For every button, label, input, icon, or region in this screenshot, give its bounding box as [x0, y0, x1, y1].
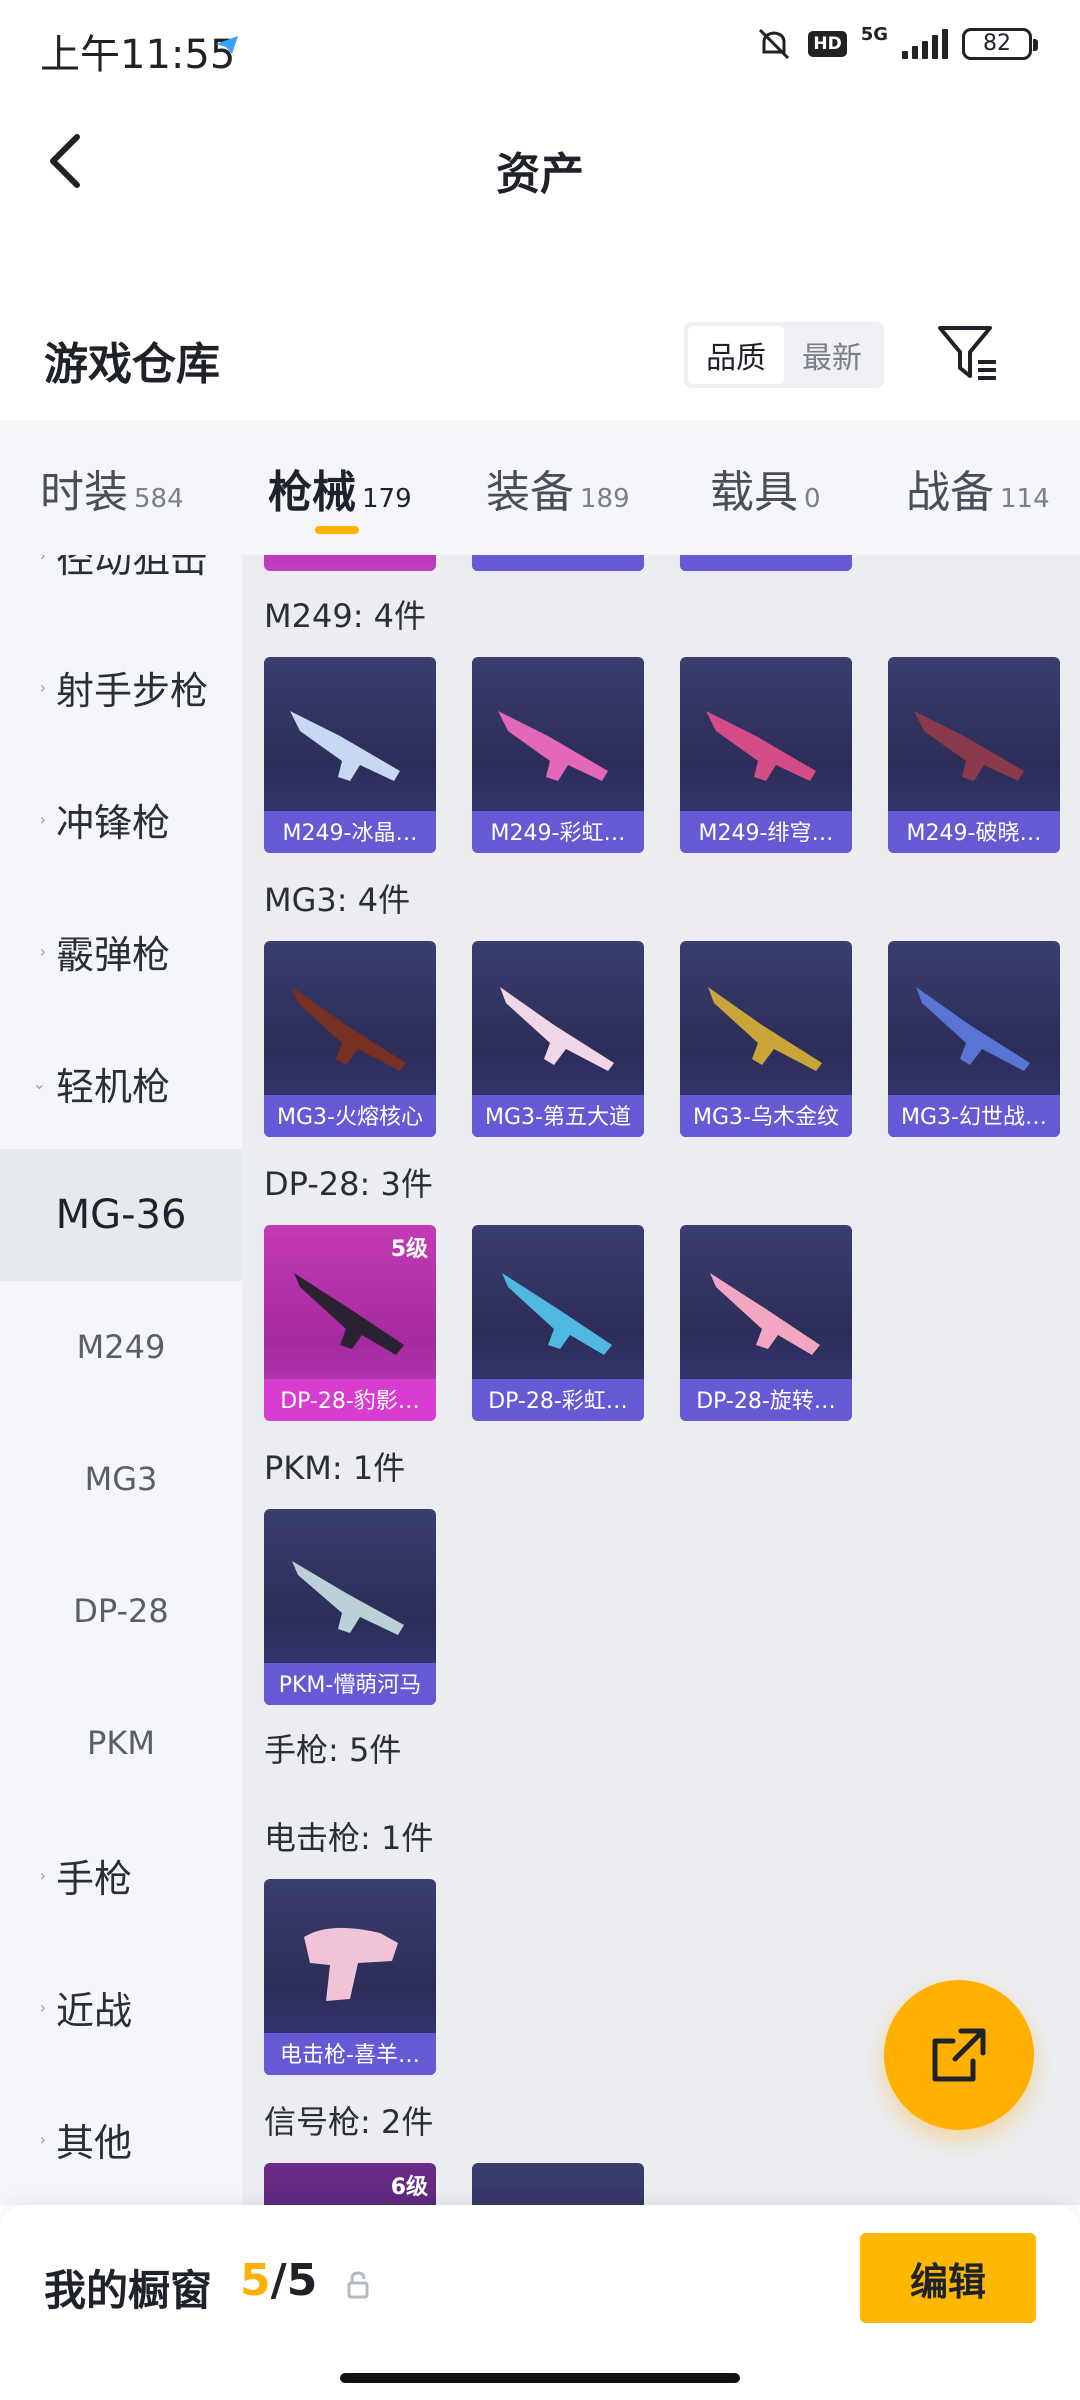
- item-card[interactable]: 5级 DP-28-豹影…: [264, 1225, 436, 1421]
- chevron-right-icon: ›: [39, 2129, 46, 2149]
- chevron-right-icon: ›: [39, 941, 46, 961]
- hd-badge: HD: [808, 31, 847, 57]
- item-card-partial[interactable]: [472, 555, 644, 571]
- item-card[interactable]: M249-彩虹…: [472, 657, 644, 853]
- signal-icon: [902, 29, 948, 59]
- item-card[interactable]: [472, 2163, 644, 2205]
- section-title: 游戏仓库: [44, 339, 220, 390]
- item-grid: M249: 4件 M249-冰晶… M249-彩虹… M249-绯穹… M249…: [242, 555, 1080, 2205]
- sidebar-sub-pkm[interactable]: PKM: [0, 1677, 242, 1809]
- gun-icon: [500, 987, 614, 1071]
- group-title-flare: 信号枪: 2件: [264, 2103, 434, 2141]
- chevron-right-icon: ›: [39, 555, 46, 565]
- item-card[interactable]: 电击枪-喜羊…: [264, 1879, 436, 2075]
- sidebar-sub-mg3[interactable]: MG3: [0, 1413, 242, 1545]
- item-card-partial[interactable]: [680, 555, 852, 571]
- sort-newest[interactable]: 最新: [784, 326, 880, 384]
- chevron-right-icon: ›: [39, 1865, 46, 1885]
- group-title-m249: M249: 4件: [264, 597, 427, 635]
- sidebar-sub-m249[interactable]: M249: [0, 1281, 242, 1413]
- gun-icon: [708, 987, 822, 1071]
- gun-icon: [710, 1273, 820, 1355]
- gun-icon: [706, 711, 816, 781]
- item-card[interactable]: M249-破晓…: [888, 657, 1060, 853]
- group-title-pistol: 手枪: 5件: [264, 1731, 402, 1769]
- tab-equipment[interactable]: 装备 189: [486, 456, 630, 520]
- chevron-right-icon: ›: [39, 1997, 46, 2017]
- gun-icon: [498, 711, 608, 781]
- gun-icon: [290, 711, 400, 781]
- group-title-dp28: DP-28: 3件: [264, 1165, 433, 1203]
- group-title-taser: 电击枪: 1件: [264, 1819, 434, 1857]
- chevron-right-icon: ›: [39, 809, 46, 829]
- item-card[interactable]: MG3-幻世战…: [888, 941, 1060, 1137]
- active-tab-indicator: [315, 526, 359, 534]
- message-icon: [216, 36, 238, 54]
- status-bar: 上午11:55 HD 5G 82: [0, 0, 1080, 96]
- filter-icon: [938, 326, 996, 380]
- share-icon: [932, 2028, 986, 2082]
- item-card[interactable]: DP-28-旋转…: [680, 1225, 852, 1421]
- gun-icon: [294, 1273, 404, 1355]
- status-time: 上午11:55: [40, 32, 236, 78]
- gun-icon: [292, 987, 406, 1071]
- chevron-right-icon: ›: [39, 677, 46, 697]
- chevron-down-icon: ⌄: [32, 1073, 46, 1093]
- sidebar-item-partial[interactable]: › 径动狙击: [0, 555, 242, 621]
- section-header: 游戏仓库 品质 最新: [0, 290, 1080, 420]
- gun-icon: [292, 1561, 404, 1635]
- sidebar-item-smg[interactable]: › 冲锋枪: [0, 753, 242, 885]
- gun-icon: [304, 1927, 398, 2001]
- gun-icon: [502, 1273, 612, 1355]
- item-card[interactable]: MG3-第五大道: [472, 941, 644, 1137]
- item-card[interactable]: M249-冰晶…: [264, 657, 436, 853]
- home-indicator[interactable]: [340, 2373, 740, 2383]
- item-card[interactable]: 6级: [264, 2163, 436, 2205]
- gun-icon: [914, 711, 1024, 781]
- share-button[interactable]: [884, 1980, 1034, 2130]
- status-icons: HD 5G 82: [754, 23, 1038, 62]
- page-title: 资产: [496, 149, 584, 200]
- battery-icon: 82: [962, 28, 1038, 60]
- bottom-bar: 我的橱窗 5/5 编辑: [0, 2205, 1080, 2400]
- filter-button[interactable]: [934, 320, 1002, 388]
- showcase-count: 5/5: [240, 2255, 318, 2306]
- sidebar-item-melee[interactable]: › 近战: [0, 1941, 242, 2073]
- item-card[interactable]: M249-绯穹…: [680, 657, 852, 853]
- sidebar: › 径动狙击 › 射手步枪 › 冲锋枪 › 霰弹枪 ⌄ 轻机枪 MG-36 M2…: [0, 555, 242, 2205]
- sidebar-sub-mg36[interactable]: MG-36: [0, 1149, 242, 1281]
- category-tabs: 时装 584 枪械 179 装备 189 载具 0 战备 114: [0, 420, 1080, 555]
- sidebar-item-pistol[interactable]: › 手枪: [0, 1809, 242, 1941]
- tab-firearms[interactable]: 枪械 179: [268, 456, 412, 520]
- sort-quality[interactable]: 品质: [688, 326, 784, 384]
- mute-icon: [759, 28, 790, 60]
- item-card[interactable]: DP-28-彩虹…: [472, 1225, 644, 1421]
- sidebar-sub-dp28[interactable]: DP-28: [0, 1545, 242, 1677]
- item-card[interactable]: MG3-火熔核心: [264, 941, 436, 1137]
- group-title-pkm: PKM: 1件: [264, 1449, 406, 1487]
- tab-fashion[interactable]: 时装 584: [40, 456, 184, 520]
- lock-icon: [347, 2271, 369, 2299]
- sidebar-item-lmg[interactable]: ⌄ 轻机枪: [0, 1017, 242, 1149]
- item-card[interactable]: PKM-懵萌河马: [264, 1509, 436, 1705]
- sidebar-item-other[interactable]: › 其他: [0, 2073, 242, 2205]
- gun-icon: [916, 987, 1030, 1071]
- sort-toggle: 品质 最新: [684, 322, 884, 388]
- sidebar-item-marksman[interactable]: › 射手步枪: [0, 621, 242, 753]
- network-label: 5G: [860, 23, 888, 45]
- tab-vehicles[interactable]: 载具 0: [710, 456, 821, 520]
- edit-button[interactable]: 编辑: [860, 2233, 1036, 2323]
- sidebar-item-shotgun[interactable]: › 霰弹枪: [0, 885, 242, 1017]
- level-badge: 6级: [390, 2175, 428, 2200]
- item-card[interactable]: MG3-乌木金纹: [680, 941, 852, 1137]
- item-card-partial[interactable]: [264, 555, 436, 571]
- tab-supplies[interactable]: 战备 114: [906, 456, 1050, 520]
- showcase-label: 我的橱窗: [44, 2266, 213, 2315]
- header: 资产: [0, 96, 1080, 246]
- group-title-mg3: MG3: 4件: [264, 881, 411, 919]
